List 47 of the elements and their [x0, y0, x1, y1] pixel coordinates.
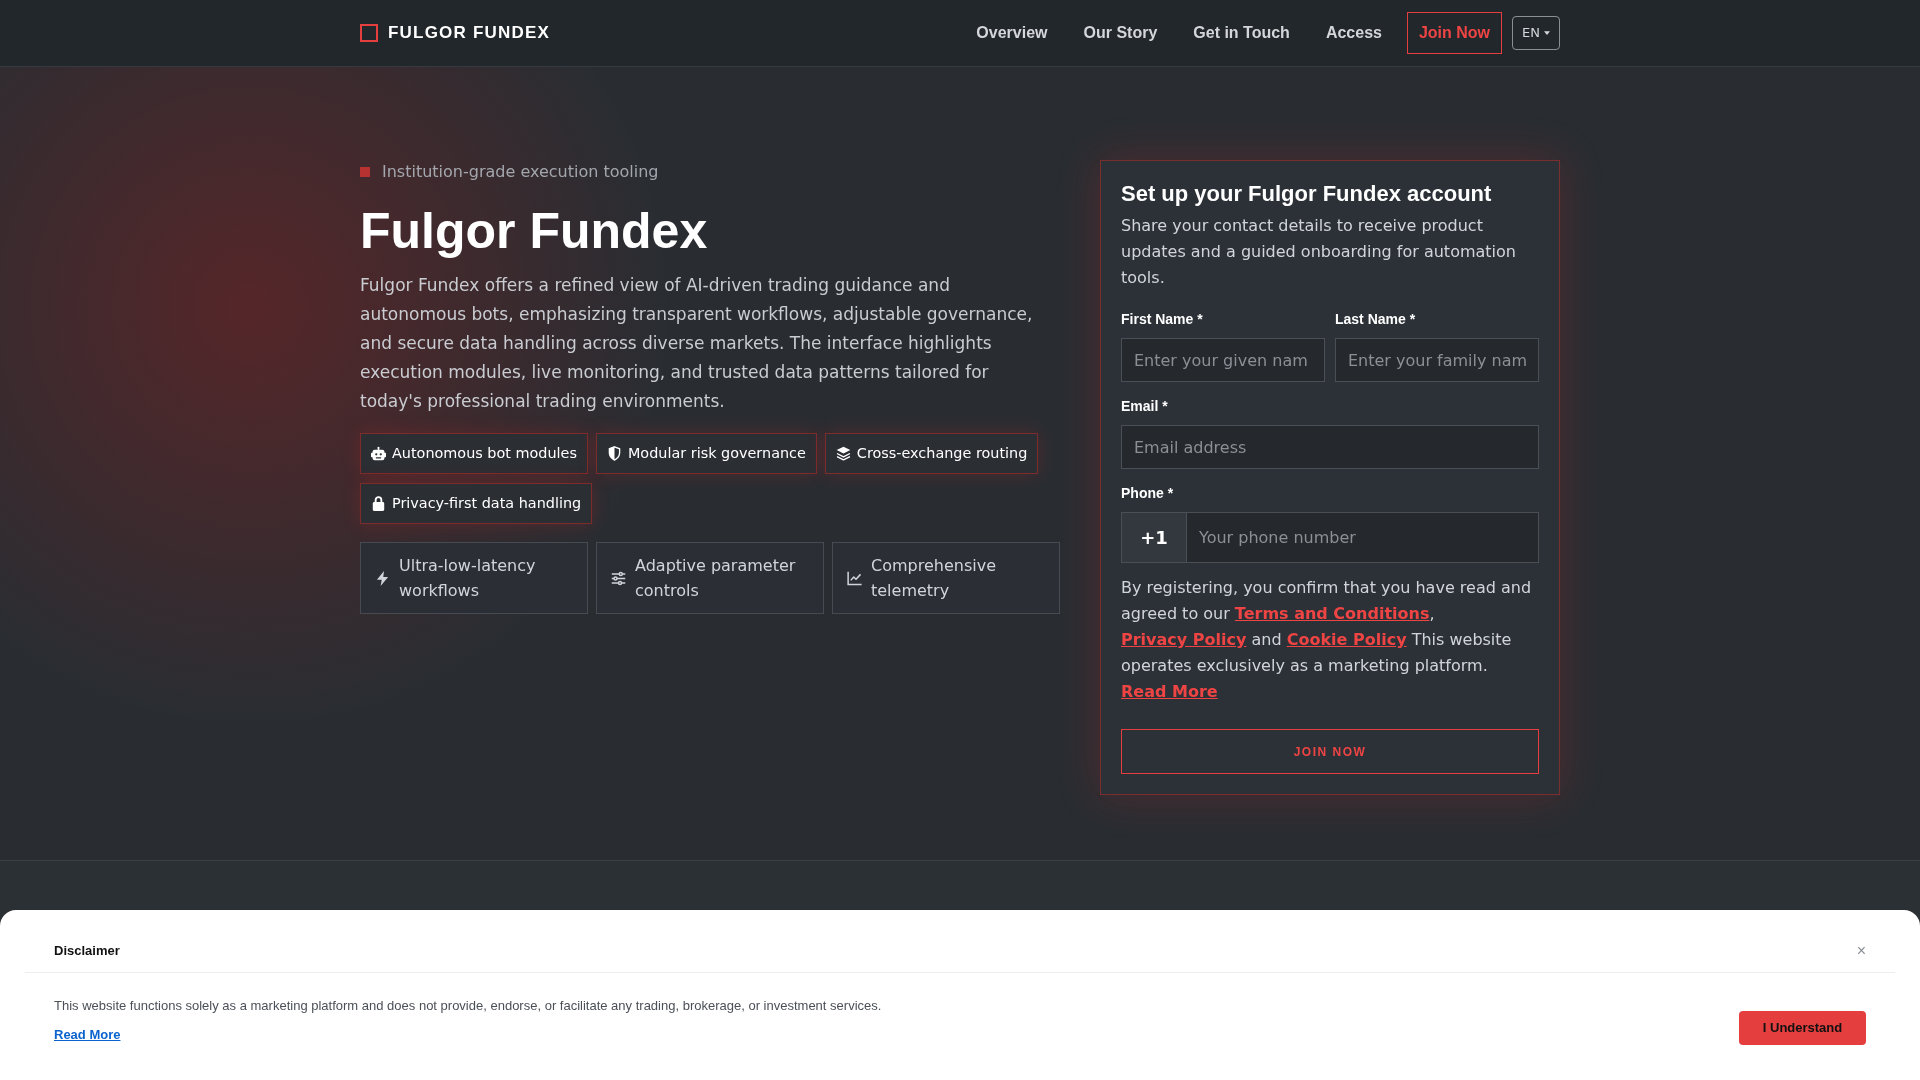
eyebrow-text: Institution-grade execution tooling — [382, 161, 659, 183]
consent-link[interactable]: Cookie Policy — [1286, 630, 1407, 649]
tag-label: Autonomous bot modules — [392, 444, 577, 464]
caret-icon — [1544, 31, 1550, 35]
consent-link[interactable]: Terms and Conditions — [1234, 604, 1430, 623]
form-description: Share your contact details to receive product updates and a guided onboarding for automation tools. — [1121, 215, 1517, 289]
lock-icon — [371, 496, 386, 512]
understand-button[interactable]: I Understand — [1739, 1011, 1866, 1045]
robot-icon — [371, 446, 386, 462]
field-label: Phone * — [1121, 484, 1175, 503]
line-chart-icon — [847, 570, 862, 586]
brand-name: FULGOR FUNDEX — [388, 22, 550, 45]
disclaimer-title: Disclaimer — [54, 942, 120, 960]
nav-link[interactable]: Overview — [976, 21, 1048, 45]
nav-link[interactable]: Our Story — [1083, 21, 1158, 45]
feature-label: Comprehensive telemetry — [871, 555, 997, 603]
hero-title: Fulgor Fundex — [360, 205, 709, 258]
field-label: First Name * — [1121, 310, 1204, 329]
join-now-button[interactable]: JOIN NOW — [1121, 729, 1539, 774]
shield-icon — [606, 446, 622, 462]
email-input[interactable]: Email address — [1121, 425, 1539, 469]
feature-label: Adaptive parameter controls — [635, 555, 797, 603]
consent-link[interactable]: Read More — [1121, 682, 1218, 701]
field-label: Last Name * — [1335, 310, 1417, 329]
read-more-link[interactable]: Read More — [54, 1026, 121, 1044]
square-logo-icon — [360, 24, 378, 42]
tag-label: Modular risk governance — [627, 444, 806, 464]
layers-icon — [835, 446, 851, 462]
last-name-input[interactable]: Enter your family nam — [1335, 338, 1539, 382]
language-button[interactable]: EN — [1512, 16, 1560, 50]
disclaimer-text: This website functions solely as a marketing platform and does not provide, endorse, or facilitate any trading, brokerage, or investment services. — [54, 997, 882, 1015]
square-marker-icon — [360, 167, 370, 177]
field-label: Email * — [1121, 397, 1169, 416]
feature-label: Ultra-low-latency workflows — [399, 555, 537, 603]
sliders-icon — [611, 570, 626, 586]
lightning-bolt-icon — [375, 570, 390, 586]
close-button[interactable]: × — [1856, 942, 1866, 960]
tag-label: Privacy-first data handling — [392, 494, 582, 514]
consent-text: By registering, you confirm that you have read and agreed to our Terms and Conditions, Privacy Policy and Cookie Policy This website operates exclusively as a marketing platform. Read More — [1121, 577, 1533, 703]
first-name-input[interactable]: Enter your given nam — [1121, 338, 1325, 382]
nav-link[interactable]: Access — [1325, 21, 1382, 45]
nav-link[interactable]: Get in Touch — [1193, 21, 1290, 45]
form-title: Set up your Fulgor Fundex account — [1121, 181, 1493, 207]
tag-label: Cross-exchange routing — [856, 444, 1028, 464]
hero-description: Fulgor Fundex offers a refined view of AI-driven trading guidance and autonomous bots, emphasizing transparent workflows, adjustable governance, and secure data handling across diverse markets. The interface highlights execution modules, live monitoring, and trusted data patterns tailored for today's professional trading environments. — [360, 274, 1034, 413]
consent-link[interactable]: Privacy Policy — [1121, 630, 1247, 649]
join-now-button[interactable]: Join Now — [1406, 12, 1503, 54]
